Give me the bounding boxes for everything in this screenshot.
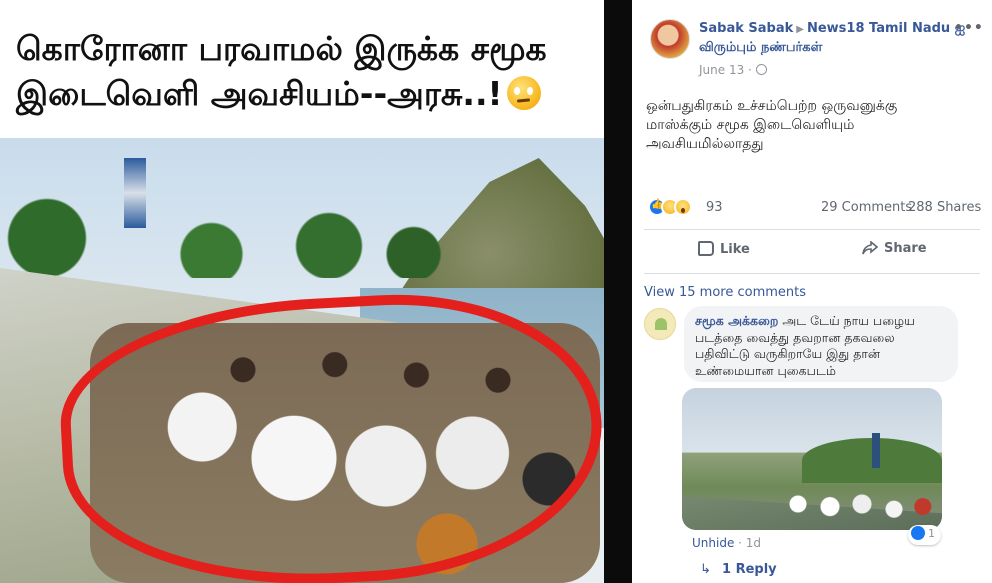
like-button[interactable]: Like xyxy=(698,241,750,257)
comment-author[interactable]: சமூக அக்கறை xyxy=(695,313,778,328)
meme-caption-line2: இடைவெளி அவசியம்--அரசு..! xyxy=(16,74,503,113)
view-more-comments-link[interactable]: View 15 more comments xyxy=(644,285,806,300)
meme-photo xyxy=(0,138,604,583)
comment-time[interactable]: 1d xyxy=(746,536,761,550)
like-label: Like xyxy=(720,242,750,257)
comment-bubble: சமூக அக்கறை அட டேய் நாய பழைய படத்தை வைத்… xyxy=(684,306,958,382)
comment-reaction-badge[interactable]: 1 xyxy=(908,525,941,545)
post-text: ஒன்பதுகிரகம் உச்சம்பெற்ற ஒருவனுக்கு மாஸ்… xyxy=(646,98,898,152)
meme-caption: கொரோனா பரவாமல் இருக்க சமூக இடைவெளி அவசிய… xyxy=(16,26,596,116)
meme-caption-line1: கொரோனா பரவாமல் இருக்க சமூக xyxy=(16,29,547,68)
share-arrow-icon xyxy=(862,241,878,255)
reply-arrow-icon: ↳ xyxy=(700,562,711,577)
tower xyxy=(124,158,146,228)
trees xyxy=(0,198,470,278)
group-name[interactable]: News18 Tamil Nadu ஐ xyxy=(807,21,965,36)
comments-count[interactable]: 29 Comments xyxy=(821,200,912,215)
right-triangle-icon: ▶ xyxy=(796,24,804,35)
commenter-avatar[interactable] xyxy=(644,308,676,340)
post-date-text[interactable]: June 13 · xyxy=(699,63,752,77)
meta-dot: · xyxy=(738,536,746,550)
comment-meta: Unhide · 1d xyxy=(692,536,761,550)
reaction-count[interactable]: 93 xyxy=(706,200,723,215)
tower xyxy=(872,433,880,468)
author-name[interactable]: Sabak Sabak xyxy=(699,21,793,36)
divider xyxy=(644,273,980,274)
more-options-icon[interactable]: ••• xyxy=(954,20,984,36)
comment-image[interactable] xyxy=(682,388,942,530)
post-date[interactable]: June 13 · xyxy=(699,63,767,77)
unhide-link[interactable]: Unhide xyxy=(692,536,734,550)
meme-image: கொரோனா பரவாமல் இருக்க சமூக இடைவெளி அவசிய… xyxy=(0,0,604,583)
share-label: Share xyxy=(884,241,927,256)
shares-count[interactable]: 288 Shares xyxy=(908,200,981,215)
comment-reaction-count: 1 xyxy=(928,527,935,540)
post-panel: Sabak Sabak ▶ News18 Tamil Nadu ஐ விரும்பு… xyxy=(632,0,992,583)
share-button[interactable]: Share xyxy=(862,241,927,256)
like-reaction-icon xyxy=(911,526,925,540)
author-avatar[interactable] xyxy=(650,19,690,59)
globe-icon xyxy=(755,64,767,75)
thumbs-up-icon xyxy=(698,241,714,256)
photo-viewer[interactable]: கொரோனா பரவாமல் இருக்க சமூக இடைவெளி அவசிய… xyxy=(0,0,632,583)
crowd xyxy=(782,478,942,530)
group-name-line2[interactable]: விரும்பும் நண்பர்கள் xyxy=(699,40,822,56)
post-header: Sabak Sabak ▶ News18 Tamil Nadu ஐ xyxy=(699,21,965,37)
wow-reaction-icon xyxy=(674,198,692,216)
view-replies-link[interactable]: 1 Reply xyxy=(722,562,777,577)
divider xyxy=(644,229,980,230)
face-with-rolling-eyes-icon xyxy=(506,76,541,110)
